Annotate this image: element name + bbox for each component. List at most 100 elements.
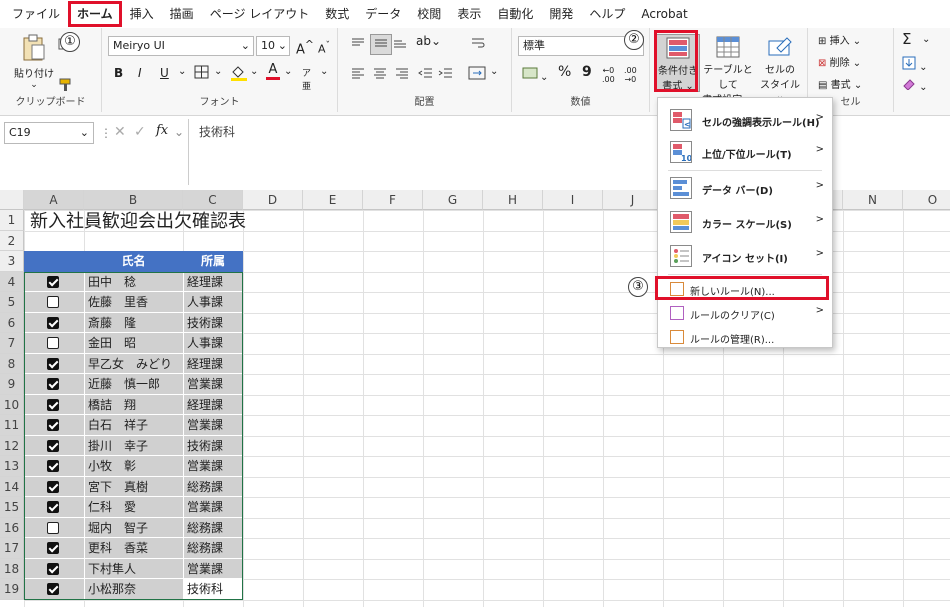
attendance-checkbox[interactable] — [47, 562, 59, 575]
font-size-select[interactable]: 10 ⌄ — [256, 36, 290, 56]
sheet-title[interactable]: 新入社員歓迎会出欠確認表 — [27, 211, 246, 233]
border-icon[interactable] — [194, 65, 210, 82]
name-cell[interactable]: 小牧 彰 — [84, 456, 183, 477]
row-header[interactable]: 19 — [0, 579, 24, 600]
column-header[interactable]: B — [84, 190, 183, 210]
menu-tab-10[interactable]: 開発 — [541, 0, 581, 28]
format-as-table-button[interactable]: テーブルとして 書式設定 ⌄ — [702, 36, 754, 106]
name-cell[interactable]: 近藤 慎一郎 — [84, 374, 183, 395]
font-color-icon[interactable]: A — [266, 62, 280, 80]
name-cell[interactable]: 佐藤 里香 — [84, 292, 183, 313]
row-header[interactable]: 10 — [0, 394, 24, 415]
attendance-checkbox[interactable] — [47, 337, 59, 349]
attendance-checkbox[interactable] — [47, 357, 59, 370]
percent-button[interactable]: % — [558, 64, 571, 80]
wrap-text-icon[interactable] — [470, 36, 486, 53]
menu-item-top-bottom-rules[interactable]: 10 上位/下位ルール(T) > — [658, 138, 832, 166]
name-cell[interactable]: 橋詰 翔 — [84, 394, 183, 415]
dept-cell[interactable]: 技術課 — [183, 312, 243, 333]
column-header[interactable]: G — [423, 190, 483, 210]
menu-tab-7[interactable]: 校閲 — [409, 0, 449, 28]
menu-tab-9[interactable]: 自動化 — [489, 0, 541, 28]
row-header[interactable]: 8 — [0, 353, 24, 374]
menu-item-color-scales[interactable]: カラー スケール(S) > — [658, 208, 832, 236]
phonetic-icon[interactable]: ア亜 — [302, 66, 311, 92]
dept-cell[interactable]: 営業課 — [183, 415, 243, 436]
dept-cell[interactable]: 総務課 — [183, 517, 243, 538]
name-cell[interactable]: 金田 昭 — [84, 333, 183, 354]
underline-dropdown-icon[interactable]: ⌄ — [178, 66, 186, 77]
delete-cells-button[interactable]: ⊠ 削除 ⌄ — [818, 54, 888, 69]
row-header[interactable]: 4 — [0, 271, 24, 292]
attendance-checkbox[interactable] — [47, 398, 59, 411]
row-header[interactable]: 12 — [0, 435, 24, 456]
column-header[interactable]: I — [543, 190, 603, 210]
name-cell[interactable]: 小松那奈 — [84, 579, 183, 600]
menu-tab-11[interactable]: ヘルプ — [581, 0, 633, 28]
attendance-checkbox[interactable] — [47, 542, 59, 554]
menu-item-icon-sets[interactable]: アイコン セット(I) > — [658, 242, 832, 270]
column-header[interactable]: N — [843, 190, 903, 210]
column-header[interactable]: J — [603, 190, 663, 210]
dept-cell[interactable]: 人事課 — [183, 333, 243, 354]
font-name-select[interactable]: Meiryo UI ⌄ — [108, 36, 254, 56]
insert-cells-button[interactable]: ⊞ 挿入 ⌄ — [818, 32, 888, 47]
row-header[interactable]: 2 — [0, 230, 24, 251]
attendance-checkbox[interactable] — [47, 583, 59, 595]
row-header[interactable]: 18 — [0, 558, 24, 579]
align-middle-icon[interactable] — [370, 34, 392, 55]
column-header[interactable]: D — [243, 190, 303, 210]
name-cell[interactable]: 宮下 真樹 — [84, 476, 183, 497]
autosum-dropdown-icon[interactable]: ⌄ — [922, 34, 930, 45]
row-header[interactable]: 1 — [0, 210, 24, 231]
dept-cell[interactable]: 技術科 — [183, 579, 243, 600]
menu-item-clear-rules[interactable]: ルールのクリア(C) > — [658, 302, 832, 324]
dept-cell[interactable]: 営業課 — [183, 456, 243, 477]
align-top-icon[interactable] — [350, 36, 366, 53]
attendance-checkbox[interactable] — [47, 316, 59, 329]
cancel-icon[interactable]: ✕ — [114, 124, 126, 140]
dept-cell[interactable]: 技術課 — [183, 435, 243, 456]
cell-styles-button[interactable]: セルの スタイル ⌄ — [758, 36, 802, 102]
name-cell[interactable]: 早乙女 みどり — [84, 353, 183, 374]
clear-icon[interactable]: ⌄ — [902, 78, 928, 93]
align-bottom-icon[interactable] — [392, 36, 408, 53]
menu-tab-5[interactable]: 数式 — [317, 0, 357, 28]
menu-item-data-bars[interactable]: データ バー(D) > — [658, 174, 832, 202]
decrease-decimal-icon[interactable]: .00 →0 — [624, 66, 637, 84]
enter-icon[interactable]: ✓ — [134, 124, 146, 140]
autosum-button[interactable]: Σ — [902, 30, 911, 48]
attendance-checkbox[interactable] — [47, 439, 59, 452]
increase-indent-icon[interactable] — [438, 66, 454, 83]
italic-button[interactable]: I — [138, 66, 142, 80]
column-header[interactable]: F — [363, 190, 423, 210]
dept-cell[interactable]: 経理課 — [183, 353, 243, 374]
increase-font-button[interactable]: A^ — [296, 38, 314, 57]
attendance-checkbox[interactable] — [47, 460, 59, 472]
dept-cell[interactable]: 経理課 — [183, 394, 243, 415]
header-cell-name[interactable]: 氏名 — [84, 251, 183, 272]
insert-function-icon[interactable]: fx — [156, 123, 168, 138]
column-header[interactable]: A — [24, 190, 84, 210]
attendance-checkbox[interactable] — [47, 419, 59, 431]
menu-tab-3[interactable]: 描画 — [162, 0, 202, 28]
decrease-font-button[interactable]: Aˇ — [318, 40, 330, 56]
fill-icon[interactable]: ⌄ — [902, 56, 928, 73]
row-header[interactable]: 7 — [0, 333, 24, 354]
accounting-icon[interactable]: ⌄ — [522, 66, 548, 83]
menu-tab-12[interactable]: Acrobat — [633, 0, 695, 28]
name-cell[interactable]: 白石 祥子 — [84, 415, 183, 436]
row-header[interactable]: 14 — [0, 476, 24, 497]
name-cell[interactable]: 更科 香菜 — [84, 538, 183, 559]
formula-input[interactable]: 技術科 — [188, 119, 950, 185]
attendance-checkbox[interactable] — [47, 501, 59, 513]
menu-tab-4[interactable]: ページ レイアウト — [202, 0, 318, 28]
fill-dropdown-icon[interactable]: ⌄ — [250, 66, 258, 77]
align-right-icon[interactable] — [394, 66, 410, 83]
decrease-indent-icon[interactable] — [418, 66, 434, 83]
phonetic-dropdown-icon[interactable]: ⌄ — [320, 66, 328, 77]
dept-cell[interactable]: 営業課 — [183, 374, 243, 395]
column-header[interactable]: C — [183, 190, 243, 210]
row-header[interactable]: 15 — [0, 497, 24, 518]
row-header[interactable]: 3 — [0, 251, 24, 272]
